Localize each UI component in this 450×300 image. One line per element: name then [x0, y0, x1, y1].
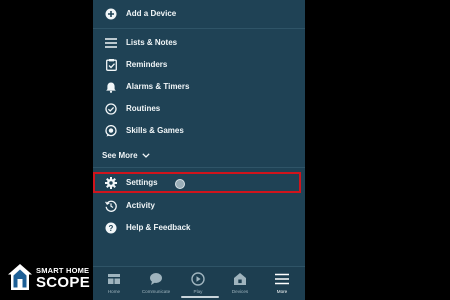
menu-item-label: Routines: [126, 104, 161, 113]
nav-label: Play: [193, 289, 203, 294]
see-more-label: See More: [102, 150, 138, 160]
menu-item-alarms-timers[interactable]: Alarms & Timers: [93, 76, 305, 98]
nav-label: More: [276, 289, 288, 294]
list-icon: [104, 36, 118, 50]
menu-item-skills-games[interactable]: Skills & Games: [93, 120, 305, 142]
nav-tab-communicate[interactable]: Communicate: [135, 270, 177, 300]
smart-home-scope-watermark: SMART HOME SCOPE: [7, 263, 95, 293]
nav-label: Communicate: [141, 289, 171, 294]
bottom-nav-bar: Home Communicate Play Devices More: [93, 266, 305, 300]
hamburger-menu-icon: [275, 273, 289, 285]
menu-item-label: Add a Device: [126, 9, 177, 18]
menu-item-label: Skills & Games: [126, 126, 184, 135]
menu-item-label: Help & Feedback: [126, 223, 191, 232]
menu-item-lists-notes[interactable]: Lists & Notes: [93, 32, 305, 54]
menu-item-add-device[interactable]: Add a Device: [93, 3, 305, 25]
settings-highlight-box: [93, 172, 301, 193]
home-indicator: [181, 296, 219, 298]
menu-item-label: Reminders: [126, 60, 168, 69]
alexa-more-menu: Add a Device Lists & Notes Reminders Ala…: [93, 0, 305, 300]
nav-tab-devices[interactable]: Devices: [219, 270, 261, 300]
nav-tab-more[interactable]: More: [261, 270, 303, 300]
routine-check-icon: [104, 102, 118, 116]
nav-tab-home[interactable]: Home: [93, 270, 135, 300]
menu-item-activity[interactable]: Activity: [93, 195, 305, 217]
menu-item-reminders[interactable]: Reminders: [93, 54, 305, 76]
alarm-bell-icon: [104, 80, 118, 94]
menu-item-routines[interactable]: Routines: [93, 98, 305, 120]
house-logo-icon: [8, 264, 32, 290]
nav-label: Home: [107, 289, 121, 294]
divider: [93, 167, 305, 168]
menu-item-help-feedback[interactable]: ? Help & Feedback: [93, 217, 305, 239]
home-icon: [108, 274, 120, 284]
chevron-down-icon: [141, 152, 150, 158]
clipboard-check-icon: [104, 58, 118, 72]
history-clock-icon: [104, 199, 118, 213]
play-icon: [191, 272, 205, 286]
divider: [93, 28, 305, 29]
devices-house-icon: [234, 273, 246, 285]
watermark-line2: SCOPE: [36, 274, 91, 291]
menu-item-label: Alarms & Timers: [126, 82, 190, 91]
help-circle-icon: ?: [104, 221, 118, 235]
nav-label: Devices: [231, 289, 249, 294]
chat-bubble-icon: [150, 273, 162, 285]
svg-text:?: ?: [109, 224, 114, 233]
menu-item-label: Lists & Notes: [126, 38, 178, 47]
plus-circle-icon: [104, 7, 118, 21]
skills-bubble-icon: [104, 124, 118, 138]
tap-indicator: [175, 179, 185, 189]
see-more-toggle[interactable]: See More: [102, 148, 150, 162]
menu-item-label: Activity: [126, 201, 155, 210]
